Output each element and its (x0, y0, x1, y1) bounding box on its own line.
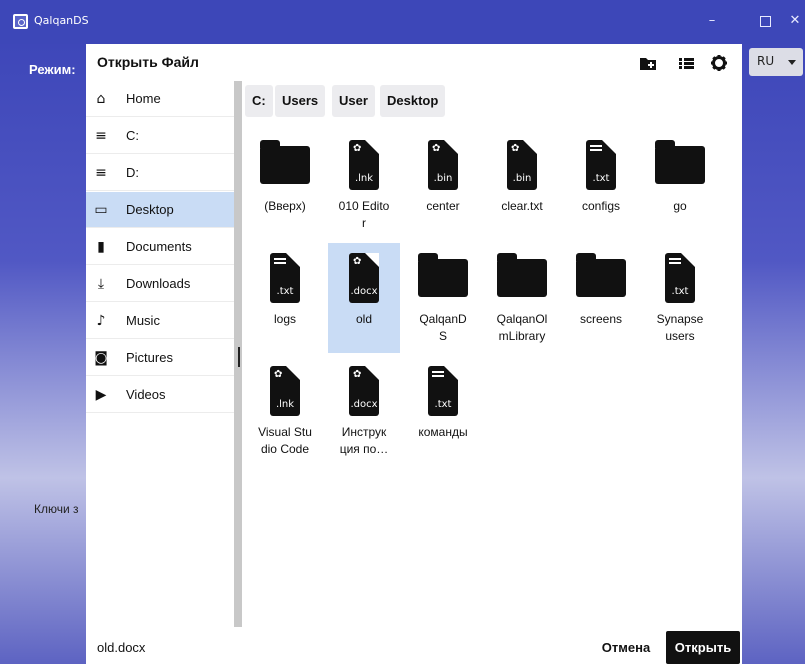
keys-label: Ключи з (34, 502, 79, 516)
file-item[interactable]: ✿ .docx Инструк ция по… (328, 356, 400, 466)
file-item[interactable]: .txt Synapse users (644, 243, 716, 353)
language-select[interactable]: RU (749, 48, 803, 76)
file-icon: ✿ .docx (339, 366, 389, 416)
close-button[interactable]: ✕ (780, 8, 805, 34)
breadcrumb-item[interactable]: C: (245, 85, 273, 117)
file-name: Visual Stu dio Code (258, 425, 312, 456)
folder-icon (655, 140, 705, 190)
sidebar-item-c[interactable]: ≡ C: (86, 118, 236, 154)
drive-icon: ≡ (95, 165, 107, 181)
sidebar-item-downloads[interactable]: ⤓ Downloads (86, 266, 236, 302)
file-icon: .txt (655, 253, 705, 303)
sidebar-item-documents[interactable]: ▮ Documents (86, 229, 236, 265)
folder-icon (497, 253, 547, 303)
open-button[interactable]: Открыть (666, 631, 740, 664)
file-name: logs (273, 312, 296, 326)
file-name: (Вверх) (264, 199, 306, 213)
file-name: Инструк ция по… (339, 425, 389, 456)
mode-label: Режим: (29, 62, 76, 77)
file-name: center (426, 199, 460, 213)
file-icon: .txt (418, 366, 468, 416)
file-name: clear.txt (501, 199, 543, 213)
file-item[interactable]: go (644, 130, 716, 240)
app-title: QalqanDS (34, 14, 89, 27)
file-icon: ✿ .lnk (339, 140, 389, 190)
app-logo-icon (13, 14, 28, 29)
file-name: QalqanD S (419, 312, 467, 343)
file-name: команды (418, 425, 468, 439)
file-item[interactable]: ✿ .lnk Visual Stu dio Code (249, 356, 321, 466)
file-icon: .txt (260, 253, 310, 303)
file-item[interactable]: ✿ .lnk 010 Edito r (328, 130, 400, 240)
file-name: configs (581, 199, 621, 213)
file-item[interactable]: QalqanOl mLibrary (486, 243, 558, 353)
video-icon: ▶ (95, 387, 107, 403)
file-icon: ✿ .bin (497, 140, 547, 190)
file-item[interactable]: .txt команды (407, 356, 479, 466)
sidebar-item-label: C: (126, 128, 139, 143)
breadcrumb-item[interactable]: Users (275, 85, 326, 117)
camera-icon: ◙ (94, 350, 108, 366)
breadcrumb-item[interactable]: User (332, 85, 375, 117)
sidebar-item-label: Home (126, 91, 161, 106)
places-sidebar: ⌂ Home ≡ C: ≡ D: ▭ Desktop ▮ Documents ⤓ Downloads ♪… (86, 81, 236, 627)
gear-icon[interactable] (708, 52, 730, 74)
sidebar-item-label: Pictures (126, 350, 173, 365)
file-name: Synapse users (656, 312, 704, 343)
sidebar-item-music[interactable]: ♪ Music (86, 303, 236, 339)
file-name: 010 Edito r (338, 199, 390, 230)
document-icon: ▮ (97, 239, 105, 255)
sidebar-item-label: Music (126, 313, 160, 328)
dialog-title: Открыть Файл (97, 54, 199, 70)
file-item[interactable]: ✿ .bin clear.txt (486, 130, 558, 240)
folder-icon (418, 253, 468, 303)
new-folder-icon[interactable] (637, 52, 659, 74)
selected-filename-field[interactable]: old.docx (97, 640, 145, 655)
home-icon: ⌂ (96, 91, 106, 107)
splitter-handle[interactable] (238, 347, 240, 367)
folder-icon (260, 140, 310, 190)
sidebar-item-label: Desktop (126, 202, 174, 217)
file-icon: .txt (576, 140, 626, 190)
chevron-down-icon (788, 60, 796, 65)
file-item[interactable]: (Вверх) (249, 130, 321, 240)
maximize-button[interactable] (750, 8, 780, 34)
file-icon: ✿ .docx (339, 253, 389, 303)
file-item[interactable]: .txt logs (249, 243, 321, 353)
file-item[interactable]: screens (565, 243, 637, 353)
file-icon: ✿ .bin (418, 140, 468, 190)
sidebar-item-pictures[interactable]: ◙ Pictures (86, 340, 236, 376)
download-icon: ⤓ (97, 276, 105, 292)
file-name: QalqanOl mLibrary (496, 312, 548, 343)
list-view-icon[interactable] (675, 52, 697, 74)
desktop-icon: ▭ (94, 202, 108, 218)
music-icon: ♪ (96, 313, 106, 329)
sidebar-item-videos[interactable]: ▶ Videos (86, 377, 236, 413)
language-value: RU (757, 54, 775, 68)
title-bar: QalqanDS – ✕ (0, 0, 805, 44)
file-name: old (355, 312, 372, 326)
cancel-button[interactable]: Отмена (588, 631, 664, 664)
sidebar-item-label: Documents (126, 239, 192, 254)
sidebar-item-d[interactable]: ≡ D: (86, 155, 236, 191)
file-icon: ✿ .lnk (260, 366, 310, 416)
file-item[interactable]: .txt configs (565, 130, 637, 240)
drive-icon: ≡ (95, 128, 107, 144)
file-item[interactable]: QalqanD S (407, 243, 479, 353)
sidebar-item-label: Videos (126, 387, 166, 402)
sidebar-item-label: Downloads (126, 276, 191, 291)
file-item[interactable]: ✿ .bin center (407, 130, 479, 240)
sidebar-item-home[interactable]: ⌂ Home (86, 81, 236, 117)
open-file-dialog: Открыть Файл ⌂ Home ≡ C: ≡ D: ▭ Desktop ▮ Documen… (86, 44, 742, 664)
file-name: screens (579, 312, 623, 326)
sidebar-item-desktop[interactable]: ▭ Desktop (86, 192, 236, 228)
breadcrumb-item[interactable]: Desktop (380, 85, 446, 117)
minimize-button[interactable]: – (697, 8, 727, 34)
folder-icon (576, 253, 626, 303)
file-name: go (673, 199, 687, 213)
file-item[interactable]: ✿ .docx old (328, 243, 400, 353)
sidebar-item-label: D: (126, 165, 139, 180)
